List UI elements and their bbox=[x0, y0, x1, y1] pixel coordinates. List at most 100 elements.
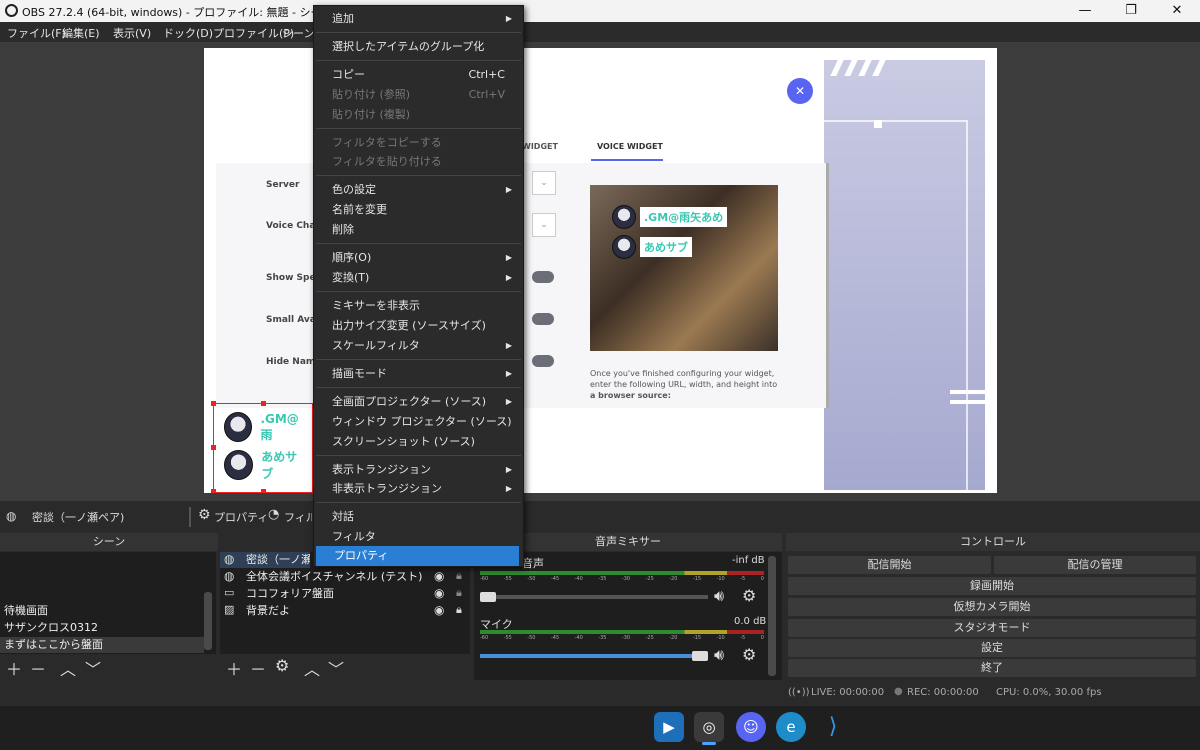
volume-slider[interactable] bbox=[480, 595, 708, 599]
live-timer: LIVE: 00:00:00 bbox=[811, 687, 885, 698]
channel-level: -inf dB bbox=[732, 555, 765, 566]
move-up-button[interactable]: ︿ bbox=[60, 656, 76, 680]
toolbar-divider bbox=[189, 507, 191, 527]
menu-add[interactable]: 追加 ▶ bbox=[314, 9, 523, 29]
minimize-button[interactable]: — bbox=[1062, 0, 1108, 22]
discord-icon[interactable]: ☺ bbox=[736, 712, 766, 742]
move-up-button[interactable]: ︿ bbox=[304, 656, 320, 680]
scene-item[interactable]: 待機画面 bbox=[0, 603, 204, 619]
source-item[interactable]: 背景だよ bbox=[242, 603, 290, 619]
manage-stream-button[interactable]: 配信の管理 bbox=[994, 556, 1196, 574]
menu-show-transition[interactable]: 表示トランジション ▶ bbox=[314, 460, 523, 480]
lock-icon[interactable]: 🔒︎ bbox=[456, 586, 462, 600]
exit-button[interactable]: 終了 bbox=[788, 659, 1196, 677]
speaker-icon[interactable]: 🔊︎ bbox=[714, 645, 724, 665]
menu-hide-transition[interactable]: 非表示トランジション ▶ bbox=[314, 479, 523, 499]
settings-button[interactable]: 設定 bbox=[788, 639, 1196, 657]
menu-dock[interactable]: ドック(D) bbox=[163, 25, 213, 41]
vscode-icon[interactable]: ⟩ bbox=[818, 712, 848, 742]
volume-slider[interactable] bbox=[480, 654, 708, 658]
broadcast-icon: ((•)) bbox=[788, 687, 810, 698]
menu-delete[interactable]: 削除 bbox=[314, 220, 523, 240]
controls-header: コントロール bbox=[786, 533, 1200, 551]
scrollbar[interactable] bbox=[204, 592, 212, 650]
menu-blending-mode[interactable]: 描画モード ▶ bbox=[314, 364, 523, 384]
menu-paste-duplicate: 貼り付け (複製) bbox=[332, 108, 411, 121]
move-down-button[interactable]: ﹀ bbox=[328, 656, 344, 680]
selected-source-name: 密談（一ノ瀬ペア) bbox=[32, 511, 125, 524]
start-virtual-camera-button[interactable]: 仮想カメラ開始 bbox=[788, 598, 1196, 616]
menu-view[interactable]: 表示(V) bbox=[113, 25, 151, 41]
start-streaming-button[interactable]: 配信開始 bbox=[788, 556, 991, 574]
gear-icon[interactable]: ⚙ bbox=[275, 656, 289, 675]
background-graphic bbox=[723, 60, 986, 493]
menu-windowed-projector[interactable]: ウィンドウ プロジェクター (ソース) bbox=[314, 412, 523, 432]
menu-resize-output[interactable]: 出力サイズ変更 (ソースサイズ) bbox=[314, 316, 523, 336]
scrollbar[interactable] bbox=[768, 556, 776, 676]
instruction-line: Once you've finished configuring your wi… bbox=[590, 369, 775, 378]
controls-panel: 配信開始 配信の管理 録画開始 仮想カメラ開始 スタジオモード 設定 終了 bbox=[786, 552, 1200, 680]
studio-mode-button[interactable]: スタジオモード bbox=[788, 619, 1196, 637]
properties-button[interactable]: プロパティ bbox=[214, 509, 268, 525]
title-bar: OBS 27.2.4 (64-bit, windows) - プロファイル: 無… bbox=[0, 0, 1200, 22]
filters-button[interactable]: フィルタ bbox=[284, 509, 312, 525]
volume-slider-knob[interactable] bbox=[480, 592, 496, 602]
remove-scene-button[interactable]: － bbox=[30, 656, 46, 680]
lock-icon[interactable]: 🔒︎ bbox=[456, 603, 462, 617]
source-item[interactable]: 全体会議ボイスチャンネル (テスト) bbox=[242, 569, 422, 585]
volume-slider-knob[interactable] bbox=[692, 651, 708, 661]
close-icon: ✕ bbox=[787, 78, 813, 104]
remove-source-button[interactable]: － bbox=[250, 656, 266, 680]
menu-edit[interactable]: 編集(E) bbox=[62, 25, 100, 41]
gear-icon[interactable]: ⚙ bbox=[198, 507, 211, 523]
menu-rename[interactable]: 名前を変更 bbox=[314, 200, 523, 220]
submenu-arrow-icon: ▶ bbox=[505, 14, 512, 23]
edge-browser-icon[interactable]: e bbox=[776, 712, 806, 742]
obs-taskbar-icon[interactable]: ◎ bbox=[694, 712, 724, 742]
source-item[interactable]: ココフォリア盤面 bbox=[242, 586, 334, 602]
menu-hide-in-mixer[interactable]: ミキサーを非表示 bbox=[314, 296, 523, 316]
maximize-button[interactable]: ❐ bbox=[1108, 0, 1154, 22]
voice-user-row: .GM@雨矢あめ bbox=[612, 205, 728, 229]
voice-widget-tab: VOICE WIDGET bbox=[597, 142, 663, 151]
menu-copy[interactable]: コピー Ctrl+C bbox=[314, 65, 523, 85]
menu-screenshot[interactable]: スクリーンショット (ソース) bbox=[314, 432, 523, 452]
gear-icon[interactable]: ⚙ bbox=[742, 645, 756, 664]
menu-scale-filter[interactable]: スケールフィルタ ▶ bbox=[314, 336, 523, 356]
menu-file[interactable]: ファイル(F) bbox=[7, 25, 66, 41]
speaker-icon[interactable]: 🔊︎ bbox=[714, 586, 724, 606]
selected-source-box[interactable]: .GM@雨 あめサブ bbox=[211, 401, 313, 493]
menu-color[interactable]: 色の設定 ▶ bbox=[314, 180, 523, 200]
deco-line bbox=[950, 390, 986, 394]
start-recording-button[interactable]: 録画開始 bbox=[788, 577, 1196, 595]
form-label: Server bbox=[266, 180, 300, 190]
gear-icon[interactable]: ⚙ bbox=[742, 586, 756, 605]
add-scene-button[interactable]: ＋ bbox=[6, 656, 22, 680]
eye-icon[interactable]: ◉ bbox=[434, 586, 444, 600]
scene-item[interactable]: サザンクロス0312 bbox=[0, 620, 204, 636]
menu-transform[interactable]: 変換(T) ▶ bbox=[314, 268, 523, 288]
submenu-arrow-icon: ▶ bbox=[505, 185, 512, 194]
lock-icon[interactable]: 🔒︎ bbox=[456, 569, 462, 583]
menu-fullscreen-projector[interactable]: 全画面プロジェクター (ソース) ▶ bbox=[314, 392, 523, 412]
voice-user-row: あめサブ bbox=[612, 235, 692, 259]
eye-icon[interactable]: ◉ bbox=[434, 603, 444, 617]
move-down-button[interactable]: ﹀ bbox=[85, 656, 101, 680]
scene-item-selected[interactable]: まずはここから盤面 bbox=[0, 637, 204, 653]
avatar bbox=[612, 205, 636, 229]
meter-ticks: -60 -55 -50 -45 -40 -35 -30 -25 -20 -15 -10 -5 0 bbox=[480, 635, 764, 641]
camera-app-icon[interactable]: ▶ bbox=[654, 712, 684, 742]
menu-order[interactable]: 順序(O) ▶ bbox=[314, 248, 523, 268]
eye-icon[interactable]: ◉ bbox=[434, 569, 444, 583]
menu-interact[interactable]: 対話 bbox=[314, 507, 523, 527]
menu-properties[interactable]: プロパティ bbox=[316, 546, 519, 566]
close-button[interactable]: ✕ bbox=[1154, 0, 1200, 22]
voice-widget-preview: .GM@雨矢あめ あめサブ bbox=[590, 185, 778, 351]
filter-icon[interactable]: ◔ bbox=[268, 507, 279, 522]
add-source-button[interactable]: ＋ bbox=[226, 656, 242, 680]
instruction-line: a browser source: bbox=[590, 391, 671, 400]
image-icon: ▨ bbox=[224, 603, 235, 616]
menu-filters[interactable]: フィルタ bbox=[314, 527, 523, 547]
menu-separator bbox=[316, 359, 521, 360]
menu-group-selected[interactable]: 選択したアイテムのグループ化 bbox=[314, 37, 523, 57]
